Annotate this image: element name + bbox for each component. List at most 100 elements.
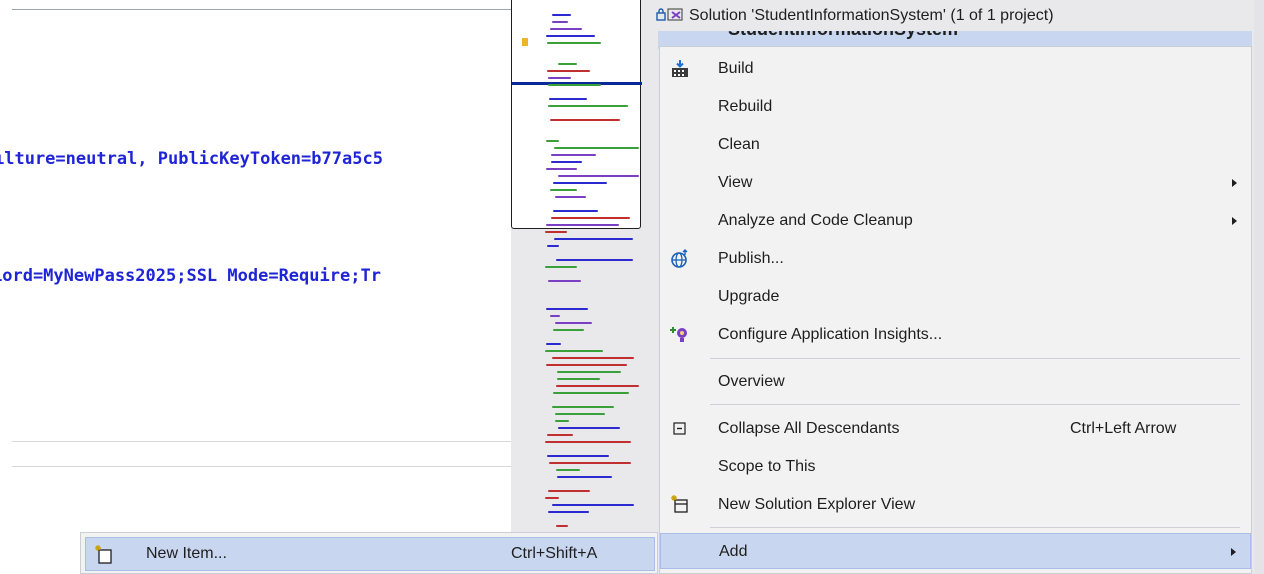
menu-item-new-item[interactable]: New Item... Ctrl+Shift+A — [85, 537, 655, 571]
code-minimap[interactable] — [511, 0, 652, 574]
minimap-line — [558, 175, 639, 177]
menu-item-rebuild[interactable]: Rebuild — [660, 89, 1251, 125]
minimap-line — [557, 378, 600, 380]
minimap-line — [558, 427, 620, 429]
minimap-line — [551, 161, 582, 163]
menu-item-analyze-code-cleanup[interactable]: Analyze and Code Cleanup — [660, 203, 1251, 239]
minimap-line — [555, 322, 592, 324]
editor-divider — [12, 466, 511, 467]
menu-separator — [710, 527, 1240, 528]
minimap-line — [552, 406, 614, 408]
minimap-line — [549, 462, 631, 464]
minimap-line — [546, 364, 627, 366]
menu-label: New Item... — [146, 545, 227, 562]
minimap-line — [546, 224, 619, 226]
minimap-line — [550, 315, 560, 317]
code-editor[interactable]: ılture=neutral, PublicKeyToken=b77a5c5 ı… — [0, 0, 511, 574]
minimap-line — [557, 476, 612, 478]
menu-separator — [710, 404, 1240, 405]
menu-label: View — [718, 174, 753, 191]
minimap-line — [548, 280, 581, 282]
minimap-line — [555, 196, 586, 198]
code-line-connection-2[interactable]: ıord=MyNewPass2025;SSL Mode=Require;Tr — [0, 266, 381, 286]
menu-label: Clean — [718, 136, 760, 153]
menu-label: Add — [719, 543, 748, 560]
menu-label: Upgrade — [718, 288, 780, 305]
minimap-line — [555, 420, 569, 422]
minimap-line — [552, 21, 568, 23]
solution-icon — [667, 7, 685, 26]
menu-shortcut: Ctrl+Left Arrow — [1070, 420, 1177, 437]
new-item-icon — [92, 543, 116, 567]
solution-label: Solution 'StudentInformationSystem' (1 o… — [689, 7, 1054, 24]
solution-explorer-scrollbar[interactable] — [1254, 0, 1264, 574]
minimap-line — [545, 497, 559, 499]
minimap-line — [552, 357, 634, 359]
minimap-line — [550, 28, 582, 30]
editor-divider — [12, 441, 511, 442]
minimap-line — [553, 210, 598, 212]
menu-item-scope-to-this[interactable]: Scope to This — [660, 449, 1251, 485]
minimap-line — [548, 490, 590, 492]
minimap-line — [548, 77, 571, 79]
menu-item-configure-app-insights[interactable]: Configure Application Insights... — [660, 317, 1251, 353]
submenu-arrow-icon — [1232, 179, 1237, 187]
menu-item-publish[interactable]: Publish... — [660, 241, 1251, 277]
minimap-line — [553, 182, 607, 184]
minimap-line — [556, 525, 568, 527]
solution-node[interactable]: Solution 'StudentInformationSystem' (1 o… — [656, 2, 1054, 30]
minimap-line — [548, 84, 601, 86]
minimap-line — [546, 168, 577, 170]
minimap-line — [545, 350, 603, 352]
submenu-arrow-icon — [1231, 548, 1236, 556]
minimap-line — [551, 217, 630, 219]
minimap-line — [550, 119, 620, 121]
build-icon — [668, 57, 692, 81]
minimap-line — [549, 98, 587, 100]
minimap-line — [556, 385, 639, 387]
submenu-arrow-icon — [1232, 217, 1237, 225]
minimap-line — [551, 154, 596, 156]
minimap-line — [546, 35, 595, 37]
menu-item-overview[interactable]: Overview — [660, 364, 1251, 400]
menu-label: Overview — [718, 373, 785, 390]
minimap-line — [546, 308, 588, 310]
menu-separator — [710, 358, 1240, 359]
minimap-line — [546, 343, 561, 345]
minimap-line — [554, 238, 633, 240]
add-submenu: New Item... Ctrl+Shift+A — [80, 532, 658, 574]
code-line-connection-1[interactable]: ılture=neutral, PublicKeyToken=b77a5c5 — [0, 149, 383, 169]
minimap-line — [553, 329, 584, 331]
minimap-line — [547, 434, 573, 436]
menu-label: Analyze and Code Cleanup — [718, 212, 913, 229]
minimap-line — [550, 189, 577, 191]
minimap-line — [556, 259, 633, 261]
menu-item-clean[interactable]: Clean — [660, 127, 1251, 163]
menu-label: Collapse All Descendants — [718, 420, 900, 437]
minimap-line — [558, 63, 577, 65]
menu-item-view[interactable]: View — [660, 165, 1251, 201]
minimap-line — [545, 441, 631, 443]
collapse-icon — [668, 417, 692, 441]
menu-item-add[interactable]: Add — [660, 533, 1251, 569]
new-view-icon — [668, 493, 692, 517]
menu-label: Configure Application Insights... — [718, 326, 943, 343]
project-label: StudentInformationSystem — [728, 31, 958, 40]
menu-label: New Solution Explorer View — [718, 496, 916, 513]
menu-label: Rebuild — [718, 98, 773, 115]
minimap-line — [545, 266, 577, 268]
menu-item-collapse-all[interactable]: Collapse All Descendants Ctrl+Left Arrow — [660, 411, 1251, 447]
menu-item-upgrade[interactable]: Upgrade — [660, 279, 1251, 315]
menu-label: Build — [718, 60, 754, 77]
minimap-line — [547, 455, 609, 457]
minimap-line — [554, 147, 639, 149]
minimap-line — [556, 469, 580, 471]
minimap-line — [557, 371, 621, 373]
lightbulb-icon — [668, 323, 692, 347]
menu-item-new-solution-explorer-view[interactable]: New Solution Explorer View — [660, 487, 1251, 523]
menu-shortcut: Ctrl+Shift+A — [511, 545, 598, 562]
editor-border — [12, 9, 511, 10]
menu-item-build[interactable]: Build — [660, 51, 1251, 87]
minimap-line — [548, 105, 628, 107]
minimap-line — [547, 42, 601, 44]
